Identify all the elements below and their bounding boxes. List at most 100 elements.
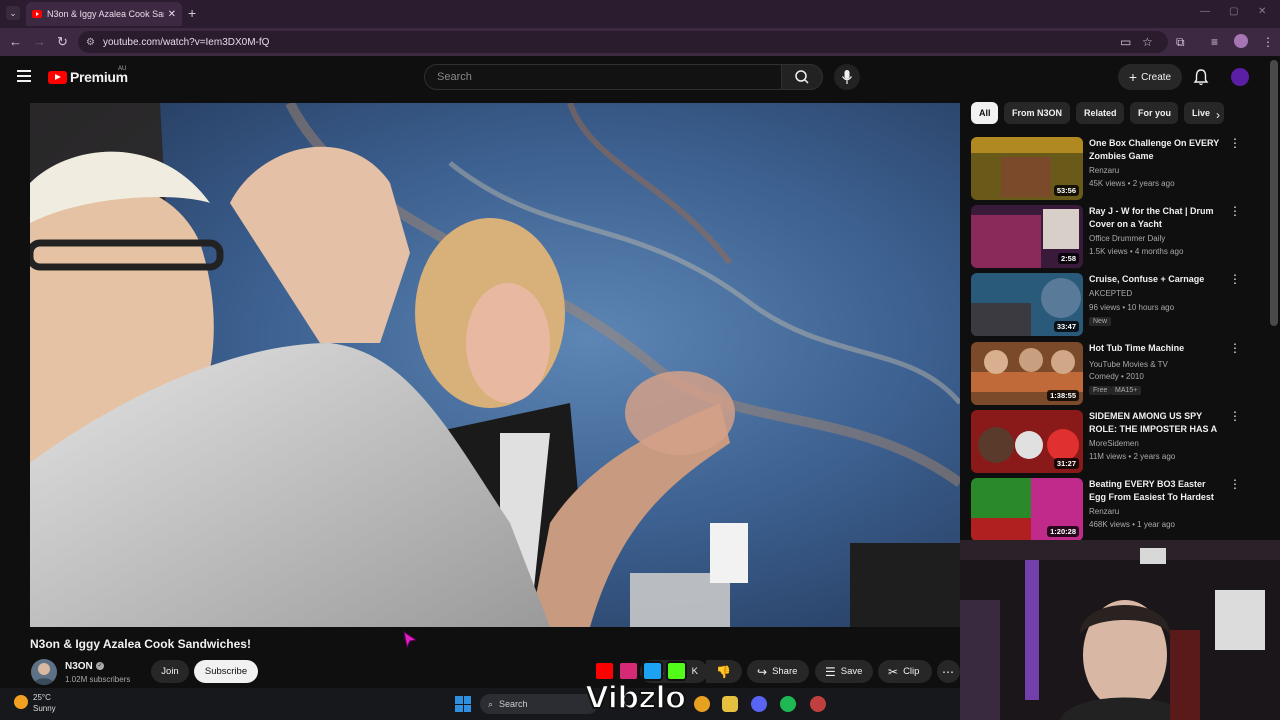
taskbar-search-label: Search [499, 699, 528, 709]
mouse-cursor-icon [403, 631, 418, 649]
subscribe-button[interactable]: Subscribe [194, 660, 258, 683]
save-button[interactable]: ☰ Save [815, 660, 873, 683]
recommendation-channel[interactable]: MoreSidemen [1089, 439, 1139, 448]
video-thumbnail[interactable]: 2:58 [971, 205, 1083, 268]
video-thumbnail[interactable]: 31:27 [971, 410, 1083, 473]
recommendation-item[interactable]: 1:20:28 Beating EVERY BO3 Easter Egg Fro… [971, 478, 1241, 542]
more-options-icon[interactable]: ⋮ [1229, 273, 1241, 285]
more-options-icon[interactable]: ⋮ [1229, 478, 1241, 490]
recommendation-title[interactable]: Ray J - W for the Chat | Drum Cover on a… [1089, 205, 1225, 231]
more-options-icon[interactable]: ⋮ [1229, 410, 1241, 422]
chip-all[interactable]: All [971, 102, 998, 124]
taskbar-search[interactable]: ⌕ Search [480, 694, 598, 714]
join-button[interactable]: Join [151, 660, 189, 683]
recommendation-meta: 96 views • 10 hours ago [1089, 303, 1175, 312]
video-duration: 1:38:55 [1047, 390, 1079, 401]
clip-label: Clip [903, 666, 920, 677]
video-player[interactable] [30, 103, 960, 627]
back-icon[interactable]: ← [9, 34, 22, 50]
app-icon[interactable] [810, 696, 826, 712]
recommendation-item[interactable]: 1:38:55 Hot Tub Time Machine YouTube Mov… [971, 342, 1241, 406]
like-count: K [691, 666, 698, 677]
cast-icon[interactable]: ▭ [1120, 35, 1131, 49]
search-icon [795, 70, 809, 84]
more-options-icon[interactable]: ⋮ [1229, 137, 1241, 149]
recommendation-title[interactable]: Beating EVERY BO3 Easter Egg From Easies… [1089, 478, 1225, 504]
browser-toolbar: ← → ↻ ⚙ youtube.com/watch?v=Iem3DX0M-fQ … [0, 28, 1280, 56]
channel-name[interactable]: N3ON [65, 661, 93, 672]
more-actions-button[interactable]: ⋯ [937, 660, 960, 683]
webcam-overlay [960, 540, 1280, 720]
video-duration: 53:56 [1053, 185, 1079, 196]
share-button[interactable]: ↪ Share [747, 660, 809, 683]
plus-icon: + [1128, 69, 1138, 85]
recommendation-item[interactable]: 31:27 SIDEMEN AMONG US SPY ROLE: THE IMP… [971, 410, 1241, 474]
recommendation-channel[interactable]: Office Drummer Daily [1089, 234, 1165, 243]
recommendation-channel[interactable]: YouTube Movies & TV [1089, 360, 1168, 369]
video-thumbnail[interactable]: 1:38:55 [971, 342, 1083, 405]
maximize-icon[interactable]: ▢ [1229, 6, 1238, 17]
more-options-icon[interactable]: ⋮ [1229, 205, 1241, 217]
recommendation-item[interactable]: 33:47 Cruise, Confuse + Carnage AKCEPTED… [971, 273, 1241, 337]
save-playlist-icon: ☰ [825, 664, 836, 679]
video-thumbnail[interactable]: 53:56 [971, 137, 1083, 200]
site-info-icon[interactable]: ⚙ [86, 37, 95, 48]
spotify-icon[interactable] [780, 696, 796, 712]
recommendation-channel[interactable]: Renzaru [1089, 166, 1119, 175]
video-thumbnail[interactable]: 33:47 [971, 273, 1083, 336]
recommendation-channel[interactable]: AKCEPTED [1089, 289, 1132, 298]
recommendation-item[interactable]: 2:58 Ray J - W for the Chat | Drum Cover… [971, 205, 1241, 269]
youtube-premium-logo[interactable]: Premium AU [48, 66, 128, 85]
extensions-icon[interactable]: ⧉ [1176, 35, 1185, 49]
browser-menu-icon[interactable]: ⋮ [1262, 35, 1274, 49]
recommendation-item[interactable]: 53:56 One Box Challenge On EVERY Zombies… [971, 137, 1241, 201]
recommendation-meta: 468K views • 1 year ago [1089, 520, 1175, 529]
browser-tab[interactable]: N3on & Iggy Azalea Cook Sand ✕ [26, 2, 182, 26]
close-window-icon[interactable]: ✕ [1258, 6, 1266, 17]
hamburger-menu-icon[interactable] [17, 70, 31, 82]
chip-related[interactable]: Related [1076, 102, 1124, 124]
search-button[interactable] [781, 64, 823, 90]
bookmark-star-icon[interactable]: ☆ [1142, 35, 1153, 49]
weather-temperature[interactable]: 25°C [33, 693, 51, 702]
reload-icon[interactable]: ↻ [57, 34, 68, 50]
search-input[interactable]: Search [424, 64, 782, 90]
page-scrollbar[interactable] [1270, 60, 1278, 326]
more-options-icon[interactable]: ⋮ [1229, 342, 1241, 354]
chevron-right-icon[interactable]: › [1216, 108, 1220, 122]
recommendation-title[interactable]: One Box Challenge On EVERY Zombies Game [1089, 137, 1225, 163]
clip-button[interactable]: ✂ Clip [878, 660, 932, 683]
tab-list-icon[interactable]: ⌄ [6, 6, 20, 20]
discord-icon[interactable] [751, 696, 767, 712]
browser-profile-avatar[interactable] [1234, 34, 1248, 48]
chip-for-you[interactable]: For you [1130, 102, 1178, 124]
close-tab-icon[interactable]: ✕ [168, 9, 176, 20]
recommendation-channel[interactable]: Renzaru [1089, 507, 1119, 516]
forward-icon[interactable]: → [33, 34, 46, 50]
recommendation-title[interactable]: Hot Tub Time Machine [1089, 342, 1225, 355]
webcam-image [960, 540, 1280, 720]
recommendation-title[interactable]: Cruise, Confuse + Carnage [1089, 273, 1225, 286]
channel-avatar-image [33, 663, 55, 685]
chrome-icon[interactable] [694, 696, 710, 712]
dislike-button[interactable]: 👎 [706, 660, 742, 683]
new-tab-button[interactable]: + [188, 5, 196, 21]
address-bar[interactable]: ⚙ youtube.com/watch?v=Iem3DX0M-fQ [78, 31, 1168, 53]
voice-search-button[interactable] [834, 64, 860, 90]
windows-start-icon[interactable] [455, 696, 471, 712]
weather-sun-icon[interactable] [14, 695, 28, 709]
notifications-bell-icon[interactable] [1193, 68, 1209, 86]
reading-list-icon[interactable]: ≡ [1211, 35, 1218, 49]
chip-from-n3on[interactable]: From N3ON [1004, 102, 1070, 124]
recommendation-title[interactable]: SIDEMEN AMONG US SPY ROLE: THE IMPOSTER … [1089, 410, 1225, 436]
create-button[interactable]: + Create [1118, 64, 1182, 90]
channel-avatar[interactable] [31, 659, 57, 685]
video-thumbnail[interactable]: 1:20:28 [971, 478, 1083, 541]
user-avatar[interactable] [1231, 68, 1249, 86]
weather-condition[interactable]: Sunny [33, 704, 56, 713]
file-explorer-icon[interactable] [722, 696, 738, 712]
tab-title: N3on & Iggy Azalea Cook Sand [47, 9, 164, 19]
recommendation-meta: 45K views • 2 years ago [1089, 179, 1175, 188]
new-badge: New [1089, 317, 1112, 326]
minimize-icon[interactable]: — [1200, 6, 1210, 17]
